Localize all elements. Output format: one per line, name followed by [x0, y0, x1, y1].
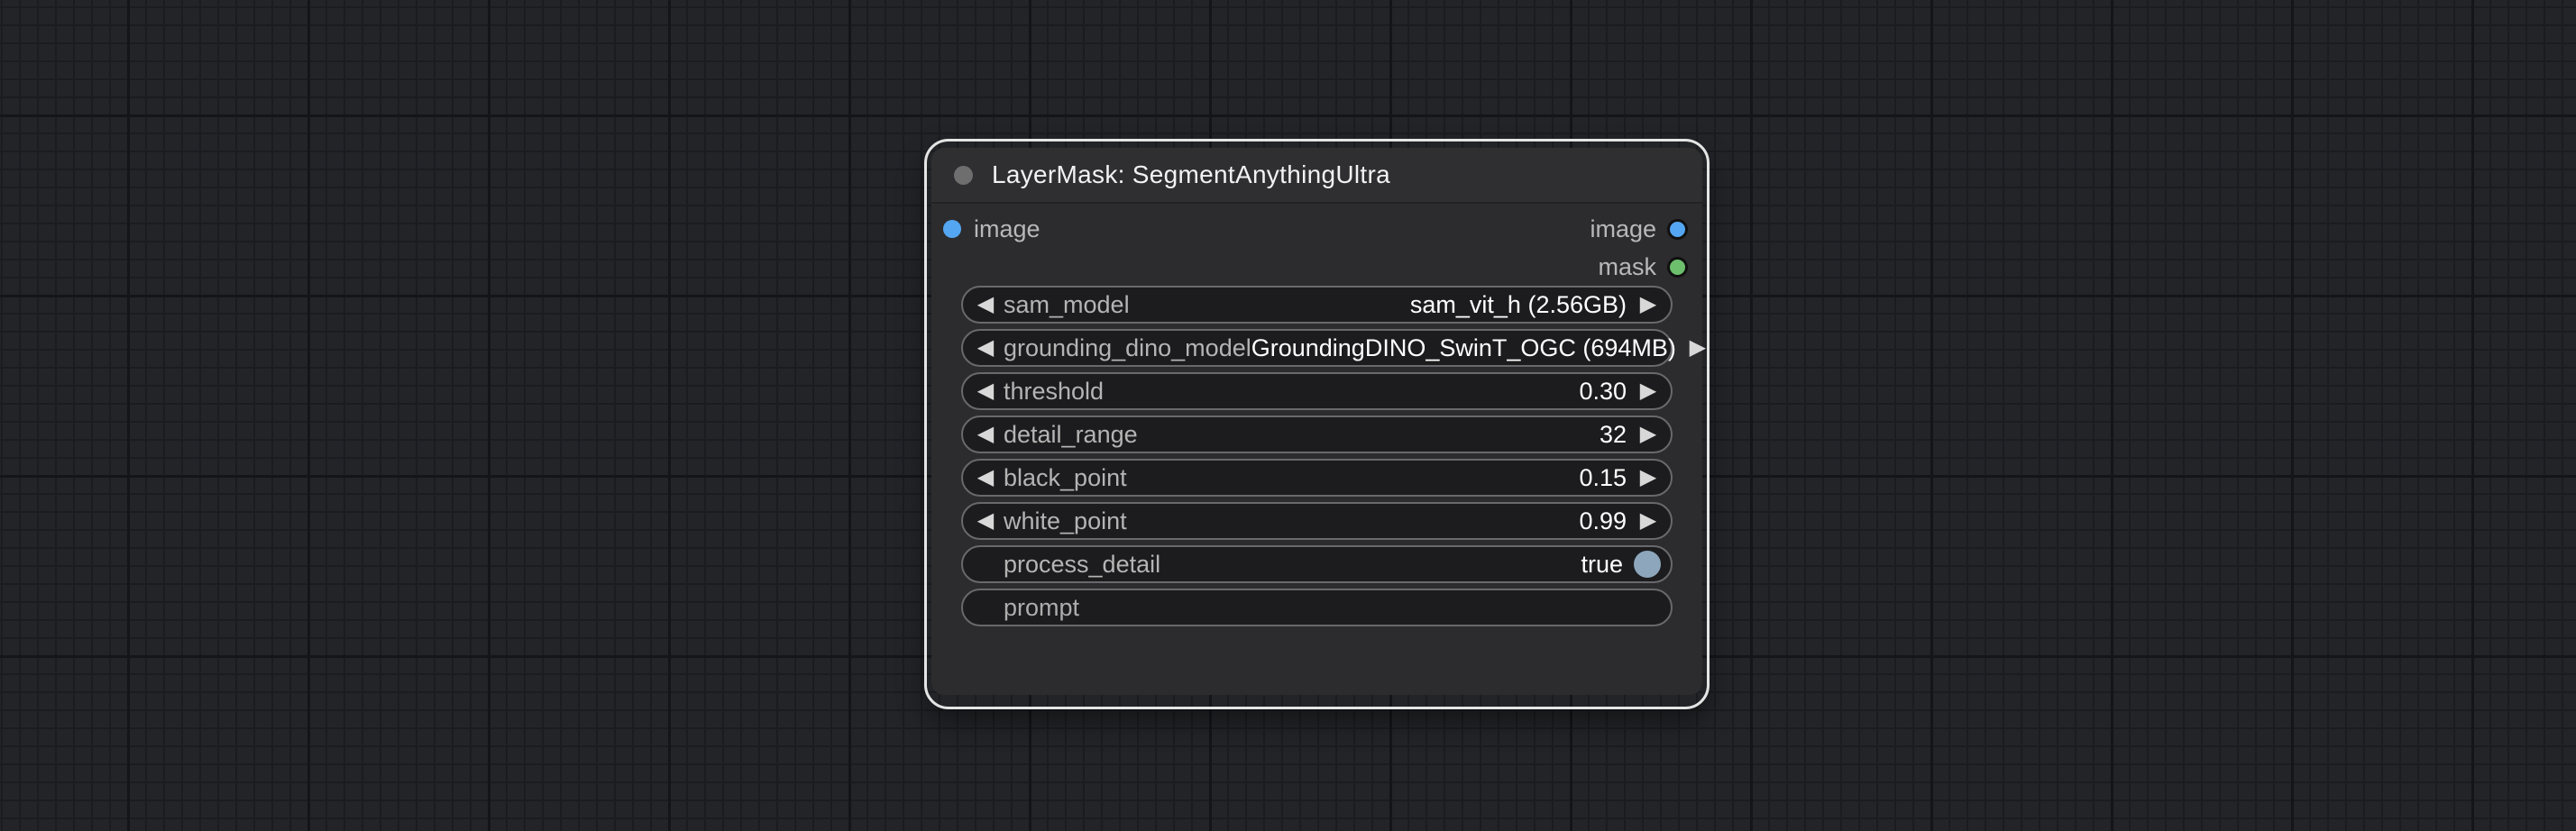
widget-detail-range[interactable]: ◀ detail_range 32 ▶ [961, 416, 1673, 453]
widget-label: grounding_dino_model [1004, 333, 1251, 361]
widget-list: ◀ sam_model sam_vit_h (2.56GB) ▶ ◀ groun… [961, 286, 1706, 626]
widget-value: GroundingDINO_SwinT_OGC (694MB) [1251, 333, 1676, 361]
input-port-image: image [943, 210, 1040, 248]
prev-arrow-icon[interactable]: ◀ [975, 337, 996, 359]
widget-label: process_detail [1004, 550, 1161, 578]
widget-value: 0.15 [1579, 463, 1627, 491]
output-port-label: mask [1598, 252, 1656, 280]
widget-black-point[interactable]: ◀ black_point 0.15 ▶ [961, 459, 1673, 497]
widget-sam-model[interactable]: ◀ sam_model sam_vit_h (2.56GB) ▶ [961, 286, 1673, 324]
widget-label: detail_range [1004, 420, 1138, 448]
node-graph-canvas[interactable]: LayerMask: SegmentAnythingUltra image im… [0, 0, 2576, 831]
widget-prompt-input[interactable]: prompt [961, 589, 1673, 626]
node-title-bar[interactable]: LayerMask: SegmentAnythingUltra [931, 148, 1702, 204]
prev-arrow-icon[interactable]: ◀ [975, 380, 996, 402]
output-port-mask: mask [1598, 248, 1688, 286]
widget-white-point[interactable]: ◀ white_point 0.99 ▶ [961, 502, 1673, 540]
output-socket-icon[interactable] [1667, 218, 1688, 240]
prev-arrow-icon[interactable]: ◀ [975, 510, 996, 532]
widget-label: white_point [1004, 507, 1127, 534]
widget-label: prompt [1004, 593, 1080, 621]
next-arrow-icon[interactable]: ▶ [1687, 337, 1709, 359]
toggle-on-icon[interactable] [1634, 551, 1661, 578]
widget-threshold[interactable]: ◀ threshold 0.30 ▶ [961, 372, 1673, 410]
widget-grounding-dino-model[interactable]: ◀ grounding_dino_model GroundingDINO_Swi… [961, 329, 1706, 367]
next-arrow-icon[interactable]: ▶ [1637, 380, 1659, 402]
next-arrow-icon[interactable]: ▶ [1637, 510, 1659, 532]
widget-label: black_point [1004, 463, 1127, 491]
next-arrow-icon[interactable]: ▶ [1637, 424, 1659, 445]
widget-process-detail-toggle[interactable]: process_detail true [961, 545, 1673, 583]
prev-arrow-icon[interactable]: ◀ [975, 424, 996, 445]
widget-value: 32 [1599, 420, 1627, 448]
widget-value: sam_vit_h (2.56GB) [1409, 290, 1627, 318]
output-socket-icon[interactable] [1667, 256, 1688, 278]
node-selection-outline: LayerMask: SegmentAnythingUltra image im… [924, 139, 1710, 709]
input-port-label: image [974, 215, 1040, 242]
output-port-image: image [1590, 210, 1688, 248]
next-arrow-icon[interactable]: ▶ [1637, 467, 1659, 489]
widget-label: sam_model [1004, 290, 1130, 318]
prev-arrow-icon[interactable]: ◀ [975, 294, 996, 315]
widget-value: 0.30 [1579, 377, 1627, 405]
node-layermask-segmentanythingultra[interactable]: LayerMask: SegmentAnythingUltra image im… [931, 148, 1706, 695]
widget-value: true [1581, 550, 1623, 578]
prev-arrow-icon[interactable]: ◀ [975, 467, 996, 489]
widget-value: 0.99 [1579, 507, 1627, 534]
input-socket-icon[interactable] [943, 220, 961, 238]
next-arrow-icon[interactable]: ▶ [1637, 294, 1659, 315]
widget-label: threshold [1004, 377, 1105, 405]
node-title: LayerMask: SegmentAnythingUltra [992, 160, 1390, 188]
collapse-dot-icon[interactable] [954, 165, 973, 185]
output-port-label: image [1590, 215, 1656, 242]
